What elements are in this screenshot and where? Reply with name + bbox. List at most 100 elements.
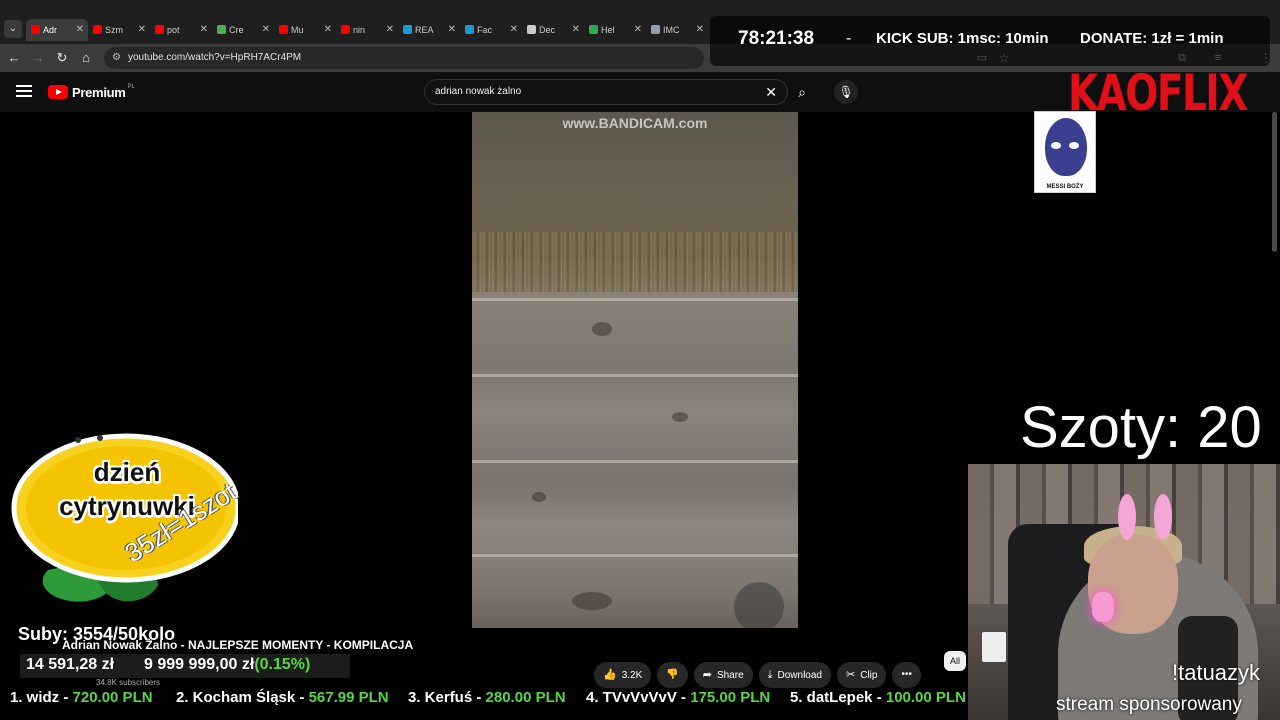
- site-info-icon[interactable]: ⚙: [112, 47, 121, 69]
- video-frame-shoe: [734, 582, 784, 628]
- tab[interactable]: REA ✕: [398, 19, 460, 41]
- download-button[interactable]: ⤓ Download: [758, 662, 831, 688]
- cartoon-face-icon: [1045, 118, 1087, 176]
- thumbs-down-icon: 👎: [666, 669, 679, 680]
- forward-arrow-icon[interactable]: →: [28, 48, 48, 68]
- tab-label: Szm: [105, 25, 123, 35]
- ticker-item: 2. Kocham Śląsk - 567.99 PLN: [176, 689, 389, 706]
- close-tab-icon[interactable]: ✕: [262, 19, 270, 41]
- shots-counter: Szoty: 20: [1020, 395, 1262, 460]
- ticker-donor: 5. datLepek -: [790, 689, 886, 706]
- page-scrollbar[interactable]: [1272, 112, 1277, 252]
- sticker-label: MESSI BOŻY: [1046, 184, 1084, 190]
- messi-sticker: MESSI BOŻY: [1034, 111, 1096, 193]
- close-tab-icon[interactable]: ✕: [324, 19, 332, 41]
- share-button[interactable]: ➦ Share: [693, 662, 753, 688]
- close-tab-icon[interactable]: ✕: [696, 19, 704, 41]
- ticker-item: 3. Kerfuś - 280.00 PLN: [408, 689, 566, 706]
- ticker-item: 4. TVvVvVvV - 175.00 PLN: [586, 689, 770, 706]
- tab[interactable]: nin ✕: [336, 19, 398, 41]
- clip-label: Clip: [860, 670, 878, 681]
- like-button[interactable]: 👍 3.2K: [594, 662, 652, 688]
- youtube-premium-logo[interactable]: Premium PL: [48, 84, 135, 100]
- video-frame-detail: [572, 592, 612, 610]
- menu-hamburger-icon[interactable]: [14, 82, 34, 102]
- close-tab-icon[interactable]: ✕: [572, 19, 580, 41]
- globe-favicon-icon: [651, 25, 660, 34]
- tab[interactable]: IMC ✕: [646, 19, 708, 41]
- ticker-amount: 100.00 PLN: [885, 689, 966, 706]
- clear-search-icon[interactable]: ✕: [765, 80, 777, 104]
- close-tab-icon[interactable]: ✕: [448, 19, 456, 41]
- tab-label: REA: [415, 25, 434, 35]
- close-tab-icon[interactable]: ✕: [138, 19, 146, 41]
- donate-rule: DONATE: 1zł = 1min: [1080, 30, 1224, 47]
- home-icon[interactable]: ⌂: [76, 48, 96, 68]
- microphone-icon[interactable]: 🎙: [834, 80, 858, 104]
- more-dots-icon: •••: [901, 669, 912, 680]
- youtube-favicon-icon: [279, 25, 288, 34]
- kick-sub-rule: KICK SUB: 1msc: 10min: [876, 30, 1049, 47]
- donation-goal: 9 999 999,00 zł(0.15%): [144, 656, 310, 674]
- goal-percentage: (0.15%): [254, 656, 311, 673]
- country-code: PL: [127, 84, 135, 90]
- tab-label: IMC: [663, 25, 680, 35]
- url-text: youtube.com/watch?v=HpRH7ACr4PM: [128, 52, 302, 63]
- tab[interactable]: Cre ✕: [212, 19, 274, 41]
- video-watermark: www.BANDICAM.com: [562, 115, 708, 131]
- video-frame-detail: [532, 492, 546, 502]
- tab[interactable]: Fac ✕: [460, 19, 522, 41]
- video-frame-step: [472, 554, 798, 557]
- address-bar[interactable]: ⚙ youtube.com/watch?v=HpRH7ACr4PM: [104, 47, 704, 69]
- tab[interactable]: Dec ✕: [522, 19, 584, 41]
- tab-youtube-active[interactable]: Adr ✕: [26, 19, 88, 41]
- close-tab-icon[interactable]: ✕: [386, 19, 394, 41]
- search-query-text: adrian nowak żalno: [435, 86, 522, 97]
- close-tab-icon[interactable]: ✕: [76, 19, 84, 41]
- tab[interactable]: Mu ✕: [274, 19, 336, 41]
- search-icon[interactable]: ⌕: [788, 79, 816, 105]
- cup: [982, 632, 1006, 662]
- subs-extra-text: kolo: [138, 624, 176, 644]
- close-tab-icon[interactable]: ✕: [510, 19, 518, 41]
- tab[interactable]: Szm ✕: [88, 19, 150, 41]
- bunny-ear-headphone-icon: [1154, 494, 1172, 540]
- ticker-amount: 280.00 PLN: [485, 689, 566, 706]
- video-frame-grass: [472, 232, 798, 292]
- tab-search-icon[interactable]: ⌄: [4, 20, 22, 38]
- video-frame-step: [472, 460, 798, 463]
- tab[interactable]: pot ✕: [150, 19, 212, 41]
- search-input[interactable]: adrian nowak żalno ✕: [424, 79, 788, 105]
- share-arrow-icon: ➦: [702, 669, 712, 681]
- close-tab-icon[interactable]: ✕: [634, 19, 642, 41]
- youtube-favicon-icon: [341, 25, 350, 34]
- video-player[interactable]: www.BANDICAM.com: [472, 112, 798, 628]
- logo-wordmark: Premium: [72, 84, 126, 100]
- timer-separator: -: [846, 30, 852, 47]
- lemon-line-1: dzień: [93, 457, 161, 487]
- top-donors-ticker: 1. widz - 720.00 PLN 2. Kocham Śląsk - 5…: [0, 688, 970, 710]
- tab-label: Dec: [539, 25, 556, 35]
- thumbs-up-icon: 👍: [603, 669, 617, 681]
- chat-command-text: !tatuazyk: [1172, 660, 1261, 685]
- close-tab-icon[interactable]: ✕: [200, 19, 208, 41]
- back-arrow-icon[interactable]: ←: [4, 48, 24, 68]
- reload-icon[interactable]: ↻: [52, 48, 72, 68]
- more-actions-button[interactable]: •••: [892, 662, 921, 688]
- tab[interactable]: Hel ✕: [584, 19, 646, 41]
- goal-amount: 9 999 999,00 zł: [144, 656, 255, 673]
- youtube-favicon-icon: [93, 25, 102, 34]
- scissors-icon: ✂: [846, 669, 856, 681]
- dislike-button[interactable]: 👎: [657, 662, 688, 688]
- headphone-cup-icon: [1092, 592, 1114, 622]
- tab-label: Fac: [477, 25, 493, 35]
- tab-label: nin: [353, 25, 366, 35]
- ticker-donor: 3. Kerfuś -: [408, 689, 486, 706]
- clip-button[interactable]: ✂ Clip: [837, 662, 887, 688]
- channel-subscriber-count: 34.8K subscribers: [96, 678, 161, 687]
- subs-text: Suby: 3554/50: [18, 624, 139, 644]
- tab-label: pot: [167, 25, 180, 35]
- filter-chip-all[interactable]: All: [944, 651, 966, 671]
- video-frame-step: [472, 298, 798, 301]
- youtube-favicon-icon: [155, 25, 164, 34]
